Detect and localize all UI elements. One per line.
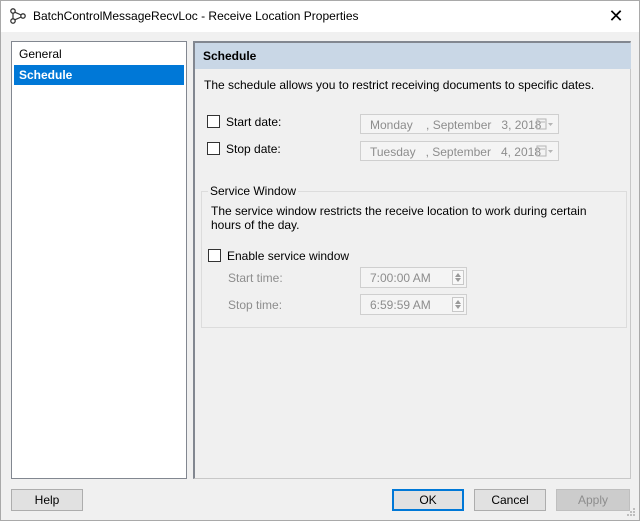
stop-time-picker[interactable]: 6:59:59 AM [360, 294, 467, 315]
resize-grip-icon[interactable] [626, 507, 636, 517]
close-button[interactable]: ✕ [593, 1, 639, 32]
stop-date-picker[interactable]: Tuesday , September 4, 2018 [360, 141, 559, 161]
calendar-dropdown-icon [536, 118, 553, 130]
start-time-spinner[interactable] [452, 270, 464, 285]
service-window-description: The service window restricts the receive… [211, 204, 587, 232]
stop-date-value: Tuesday , September 4, 2018 [370, 145, 541, 159]
nav-item-general[interactable]: General [14, 44, 184, 64]
start-date-picker[interactable]: Monday , September 3, 2018 [360, 114, 559, 134]
stop-time-label: Stop time: [228, 298, 283, 312]
stop-time-value: 6:59:59 AM [370, 298, 431, 312]
stop-time-spinner[interactable] [452, 297, 464, 312]
start-date-label: Start date: [226, 115, 282, 129]
start-date-checkbox[interactable] [207, 115, 220, 128]
service-window-legend: Service Window [208, 184, 299, 198]
page-navigation-list: General Schedule [11, 41, 187, 479]
start-time-picker[interactable]: 7:00:00 AM [360, 267, 467, 288]
schedule-panel: Schedule The schedule allows you to rest… [193, 41, 631, 479]
spin-up-icon [455, 300, 461, 304]
section-header: Schedule [195, 43, 631, 69]
calendar-dropdown-icon [536, 145, 553, 157]
start-time-value: 7:00:00 AM [370, 271, 431, 285]
title-bar: BatchControlMessageRecvLoc - Receive Loc… [1, 1, 639, 32]
start-time-label: Start time: [228, 271, 283, 285]
help-button[interactable]: Help [11, 489, 83, 511]
ok-button[interactable]: OK [392, 489, 464, 511]
service-window-group: Service Window The service window restri… [201, 184, 627, 328]
enable-service-window-checkbox[interactable] [208, 249, 221, 262]
cancel-button[interactable]: Cancel [474, 489, 546, 511]
enable-service-window-label: Enable service window [227, 249, 350, 263]
schedule-description: The schedule allows you to restrict rece… [204, 78, 595, 92]
stop-date-label: Stop date: [226, 142, 281, 156]
nav-item-schedule[interactable]: Schedule [14, 65, 184, 85]
properties-dialog: BatchControlMessageRecvLoc - Receive Loc… [0, 0, 640, 521]
stop-date-checkbox[interactable] [207, 142, 220, 155]
apply-button[interactable]: Apply [556, 489, 630, 511]
spin-down-icon [455, 278, 461, 282]
app-network-icon [10, 8, 26, 24]
spin-up-icon [455, 273, 461, 277]
start-date-value: Monday , September 3, 2018 [370, 118, 542, 132]
spin-down-icon [455, 305, 461, 309]
window-title: BatchControlMessageRecvLoc - Receive Loc… [33, 9, 359, 23]
close-icon: ✕ [608, 6, 624, 26]
